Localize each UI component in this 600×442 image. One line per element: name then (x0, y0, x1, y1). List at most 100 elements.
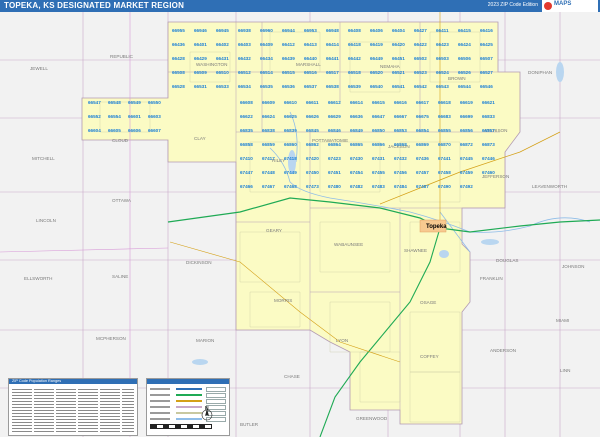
zip-label: 66626 (306, 114, 319, 119)
zip-label: 66540 (370, 84, 383, 89)
zip-label: 66675 (416, 114, 429, 119)
zip-label: 66510 (216, 70, 229, 75)
zip-label: 67467 (262, 184, 275, 189)
zip-label: 66418 (348, 42, 361, 47)
zip-label: 66516 (304, 70, 317, 75)
zip-label: 66536 (282, 84, 295, 89)
zip-label: 66415 (458, 28, 471, 33)
city-topeka: Topeka (426, 224, 447, 230)
county-osage: OSAGE (420, 300, 436, 305)
zip-label: 66611 (306, 100, 319, 105)
zip-label: 67482 (350, 184, 363, 189)
zip-label: 66838 (262, 128, 275, 133)
zip-label: 66870 (438, 142, 451, 147)
county-ottawa: OTTAWA (112, 198, 132, 203)
zip-label: 67457 (416, 170, 429, 175)
county-coffey: COFFEY (420, 354, 439, 359)
zip-label: 66862 (306, 142, 319, 147)
zip-label: 66833 (482, 114, 495, 119)
zip-label: 66425 (480, 42, 493, 47)
zip-label: 66531 (194, 84, 207, 89)
zip-label: 66608 (240, 100, 253, 105)
zip-label: 67418 (284, 156, 297, 161)
zip-label: 66413 (304, 42, 317, 47)
zip-label: 66451 (392, 56, 405, 61)
zip-label: 67446 (482, 156, 495, 161)
county-morris: MORRIS (274, 298, 292, 303)
zip-label: 66408 (348, 28, 361, 33)
missouri-river (556, 62, 564, 82)
county-greenwood: GREENWOOD (356, 416, 388, 421)
county-geary: GEARY (266, 228, 282, 233)
zip-label: 66647 (372, 114, 385, 119)
zip-label: 67441 (438, 156, 451, 161)
zip-label: 66432 (238, 56, 251, 61)
zip-label: 66607 (148, 128, 161, 133)
map-svg: Topeka JEWELL REPUBLIC WASHINGTON MARSHA… (0, 12, 600, 438)
zip-label: 66864 (328, 142, 341, 147)
zip-label: 66859 (262, 142, 275, 147)
county-ellsworth: ELLSWORTH (24, 276, 53, 281)
zip-label: 66515 (282, 70, 295, 75)
key-row-interstate (150, 387, 226, 392)
zip-label: 66503 (436, 56, 449, 61)
zip-label: 67417 (262, 156, 275, 161)
county-butler: BUTLER (240, 422, 259, 427)
zip-label: 66856 (460, 128, 473, 133)
county-republic: REPUBLIC (110, 54, 134, 59)
zip-label: 67483 (372, 184, 385, 189)
zip-label: 66403 (238, 42, 251, 47)
zip-label: 66549 (128, 100, 141, 105)
zip-label: 66521 (392, 70, 405, 75)
legend-title: ZIP Code Population Ranges (9, 379, 137, 384)
zip-label: 66835 (240, 128, 253, 133)
zip-label: 66667 (394, 114, 407, 119)
zip-label: 66855 (438, 128, 451, 133)
zip-label: 66845 (306, 128, 319, 133)
zip-label: 66612 (328, 100, 341, 105)
zip-label: 66414 (326, 42, 339, 47)
zip-label: 66948 (326, 28, 339, 33)
zip-label: 66604 (88, 128, 101, 133)
county-saline: SALINE (112, 274, 128, 279)
zip-label: 66857 (482, 128, 495, 133)
county-chase: CHASE (284, 374, 300, 379)
zip-label: 67458 (438, 170, 451, 175)
zip-label: 66858 (240, 142, 253, 147)
edition-label: 2023 ZIP Code Edition (487, 2, 538, 8)
zip-label: 66440 (304, 56, 317, 61)
zip-label: 66520 (370, 70, 383, 75)
zip-label: 66960 (260, 28, 273, 33)
zip-label: 66533 (216, 84, 229, 89)
key-row-zip-line (150, 411, 226, 416)
zip-label: 66552 (88, 114, 101, 119)
population-legend: ZIP Code Population Ranges (8, 378, 138, 436)
zip-label: 66424 (458, 42, 471, 47)
brand-logo: MAPS (542, 0, 598, 12)
county-franklin: FRANKLIN (480, 276, 503, 281)
zip-label: 67450 (306, 170, 319, 175)
county-marshall: MARSHALL (296, 62, 321, 67)
zip-label: 66854 (416, 128, 429, 133)
zip-label: 66508 (172, 70, 185, 75)
zip-label: 66512 (238, 70, 251, 75)
zip-label: 66518 (348, 70, 361, 75)
zip-label: 66411 (436, 28, 449, 33)
map-canvas[interactable]: Topeka JEWELL REPUBLIC WASHINGTON MARSHA… (0, 12, 600, 438)
logo-wordmark: MAPS (554, 1, 572, 7)
zip-label: 67490 (438, 184, 451, 189)
zip-label: 66514 (260, 70, 273, 75)
zip-label: 67431 (372, 156, 385, 161)
key-row-state-highway (150, 399, 226, 404)
zip-label: 66436 (172, 42, 185, 47)
zip-label: 66606 (128, 128, 141, 133)
zip-label: 66406 (370, 28, 383, 33)
zip-label: 67448 (262, 170, 275, 175)
map-page: TOPEKA, KS DESIGNATED MARKET REGION 2023… (0, 0, 600, 438)
zip-label: 66541 (392, 84, 405, 89)
zip-label: 67459 (460, 170, 473, 175)
zip-label: 66849 (350, 128, 363, 133)
zip-label: 66431 (216, 56, 229, 61)
zip-label: 66625 (284, 114, 297, 119)
zip-label: 66839 (284, 128, 297, 133)
